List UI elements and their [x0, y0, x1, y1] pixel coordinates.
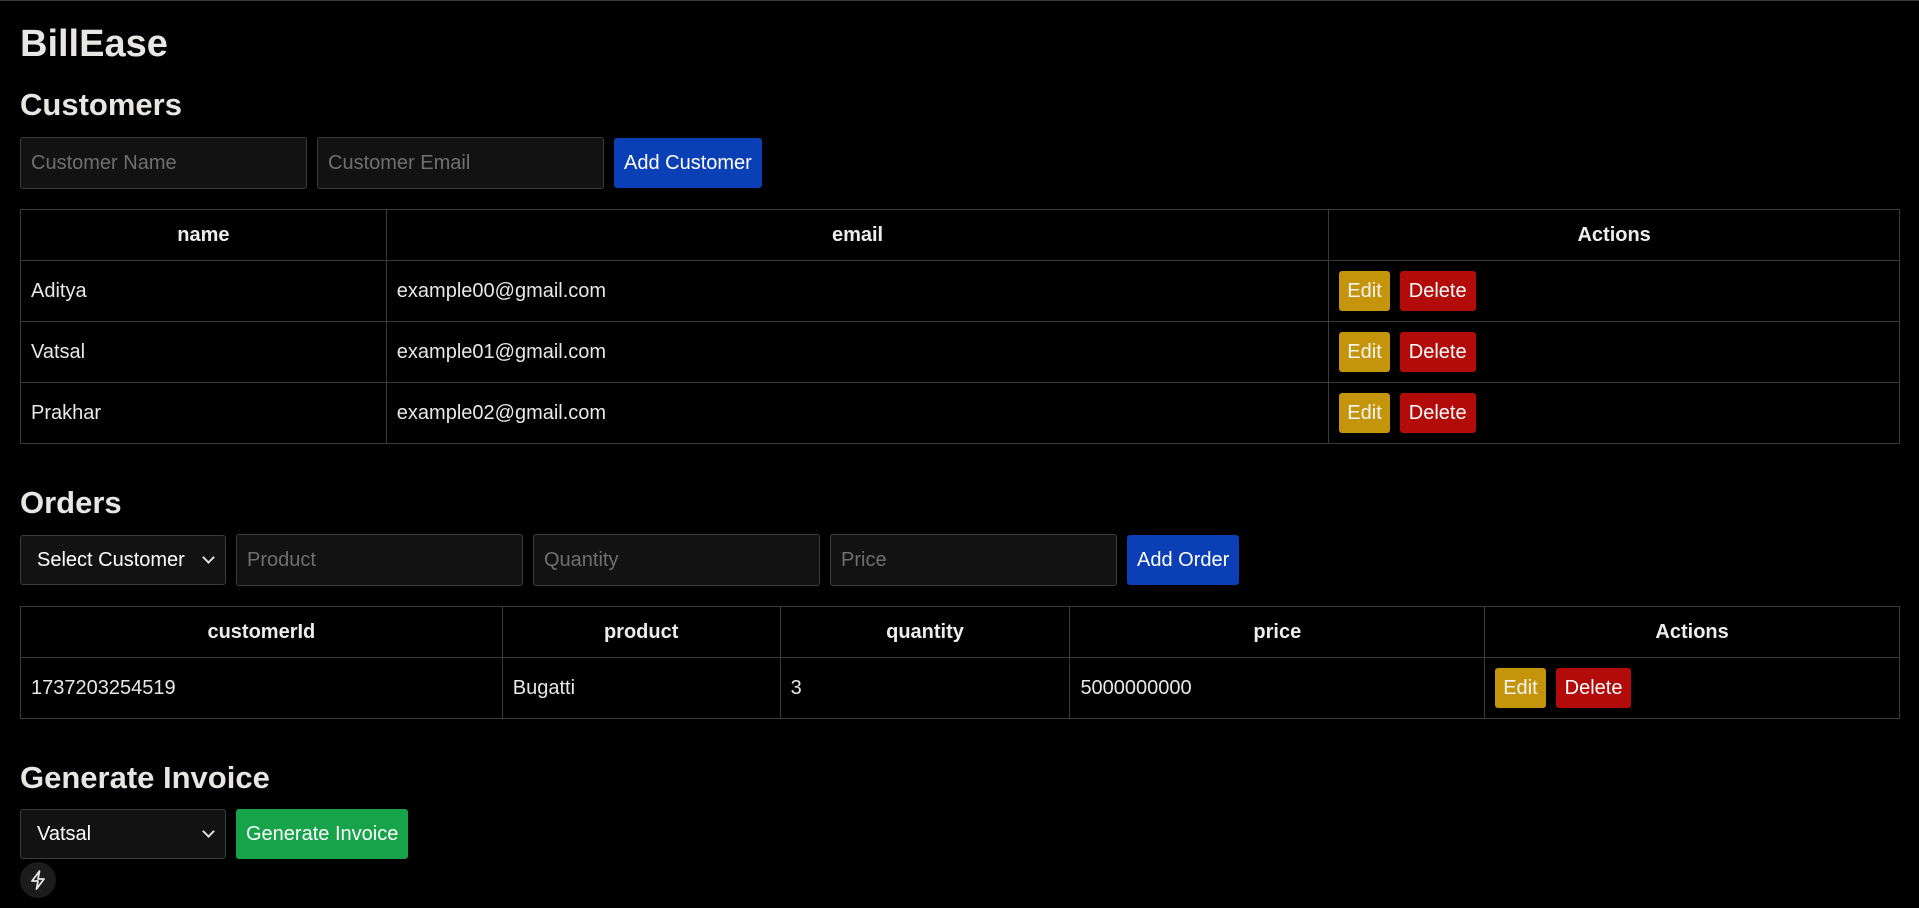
delete-customer-button[interactable]: Delete	[1399, 332, 1476, 372]
lightning-bolt-icon-glyph	[31, 870, 45, 890]
chevron-down-icon	[202, 551, 215, 564]
customer-row: Aditya example00@gmail.com Edit Delete	[20, 260, 1900, 322]
column-header-actions: Actions	[1484, 606, 1900, 658]
customer-row: Prakhar example02@gmail.com Edit Delete	[20, 382, 1900, 444]
customer-actions-cell: Edit Delete	[1328, 382, 1900, 444]
edit-order-button[interactable]: Edit	[1495, 668, 1546, 708]
column-header-product: product	[501, 606, 781, 658]
customer-email-cell: example00@gmail.com	[385, 260, 1330, 322]
select-customer-value: Select Customer	[37, 548, 185, 571]
orders-table: customerId product quantity price Action…	[20, 606, 1900, 719]
customer-row: Vatsal example01@gmail.com Edit Delete	[20, 321, 1900, 383]
order-product-cell: Bugatti	[501, 657, 781, 719]
column-header-actions: Actions	[1328, 209, 1900, 261]
price-input[interactable]	[830, 534, 1117, 586]
lightning-bolt-icon[interactable]	[20, 862, 56, 898]
invoice-section-title: Generate Invoice	[20, 760, 270, 795]
customer-email-input[interactable]	[317, 137, 604, 189]
customer-email-cell: example01@gmail.com	[385, 321, 1330, 383]
orders-section-title: Orders	[20, 485, 122, 520]
order-row: 1737203254519 Bugatti 3 5000000000 Edit D…	[20, 657, 1900, 719]
delete-customer-button[interactable]: Delete	[1399, 393, 1476, 433]
select-customer-dropdown[interactable]: Select Customer	[20, 535, 226, 585]
edit-customer-button[interactable]: Edit	[1339, 393, 1390, 433]
edit-customer-button[interactable]: Edit	[1339, 271, 1390, 311]
customers-table-header: name email Actions	[20, 209, 1900, 261]
order-form: Select Customer Add Order	[20, 534, 1240, 586]
column-header-quantity: quantity	[779, 606, 1071, 658]
edit-customer-button[interactable]: Edit	[1339, 332, 1390, 372]
customer-name-cell: Vatsal	[20, 321, 387, 383]
delete-order-button[interactable]: Delete	[1555, 668, 1632, 708]
order-actions-cell: Edit Delete	[1484, 657, 1900, 719]
add-customer-button[interactable]: Add Customer	[614, 138, 762, 188]
delete-customer-button[interactable]: Delete	[1399, 271, 1476, 311]
column-header-customerid: customerId	[20, 606, 503, 658]
order-customerid-cell: 1737203254519	[20, 657, 503, 719]
customer-name-input[interactable]	[20, 137, 307, 189]
order-price-cell: 5000000000	[1069, 657, 1486, 719]
customer-name-cell: Prakhar	[20, 382, 387, 444]
customers-section-title: Customers	[20, 87, 182, 122]
order-quantity-cell: 3	[779, 657, 1071, 719]
column-header-email: email	[385, 209, 1330, 261]
add-order-button[interactable]: Add Order	[1127, 535, 1240, 585]
column-header-price: price	[1069, 606, 1486, 658]
invoice-customer-dropdown[interactable]: Vatsal	[20, 809, 226, 859]
customer-actions-cell: Edit Delete	[1328, 260, 1900, 322]
orders-table-header: customerId product quantity price Action…	[20, 606, 1900, 658]
customer-name-cell: Aditya	[20, 260, 387, 322]
column-header-name: name	[20, 209, 387, 261]
customer-email-cell: example02@gmail.com	[385, 382, 1330, 444]
app-title: BillEase	[20, 23, 168, 65]
product-input[interactable]	[236, 534, 523, 586]
generate-invoice-button[interactable]: Generate Invoice	[236, 809, 409, 859]
quantity-input[interactable]	[533, 534, 820, 586]
customer-form: Add Customer	[20, 137, 762, 189]
customers-table: name email Actions Aditya example00@gmai…	[20, 209, 1900, 444]
customer-actions-cell: Edit Delete	[1328, 321, 1900, 383]
chevron-down-icon	[202, 825, 215, 838]
invoice-form: Vatsal Generate Invoice	[20, 809, 409, 859]
invoice-customer-value: Vatsal	[37, 822, 92, 845]
